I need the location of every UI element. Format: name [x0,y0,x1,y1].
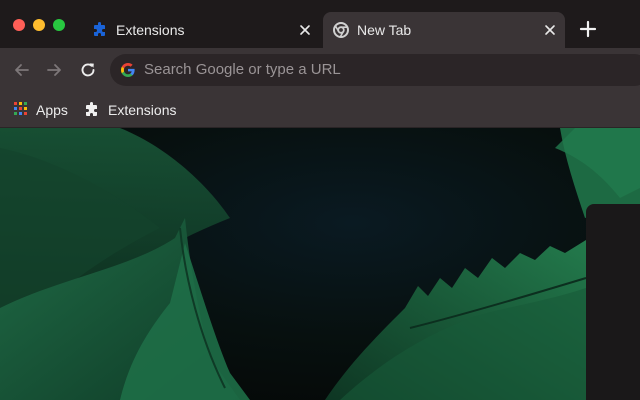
window-minimize-button[interactable] [33,19,45,31]
close-icon[interactable] [543,23,557,37]
reload-icon[interactable] [78,60,98,80]
tab-new-tab[interactable]: New Tab [323,12,565,48]
apps-grid-icon [14,102,27,115]
tab-title: New Tab [357,22,412,38]
tab-title: Extensions [116,22,185,38]
bookmark-label: Apps [36,102,68,118]
google-icon [121,63,135,77]
puzzle-icon [86,102,97,116]
chrome-icon [333,22,349,38]
tab-extensions[interactable]: Extensions [82,12,320,48]
forward-arrow-icon[interactable] [44,60,64,80]
window-close-button[interactable] [13,19,25,31]
new-tab-page [0,128,640,400]
toolbar: Search Google or type a URL [0,48,640,92]
bookmark-apps[interactable]: Apps [14,98,68,122]
browser-window: Extensions New Tab Search Google or type… [0,0,640,400]
close-icon[interactable] [298,23,312,37]
puzzle-icon [94,22,105,36]
side-panel [586,204,640,400]
tab-strip: Extensions New Tab [0,0,640,48]
back-arrow-icon[interactable] [12,60,32,80]
new-tab-plus-icon[interactable] [578,19,598,39]
omnibox-placeholder: Search Google or type a URL [144,61,341,78]
bookmark-label: Extensions [108,102,177,118]
bookmark-extensions[interactable]: Extensions [84,98,176,122]
bookmarks-bar: Apps Extensions [0,92,640,128]
window-maximize-button[interactable] [53,19,65,31]
leaf-wallpaper [0,128,640,400]
omnibox[interactable]: Search Google or type a URL [110,54,640,86]
